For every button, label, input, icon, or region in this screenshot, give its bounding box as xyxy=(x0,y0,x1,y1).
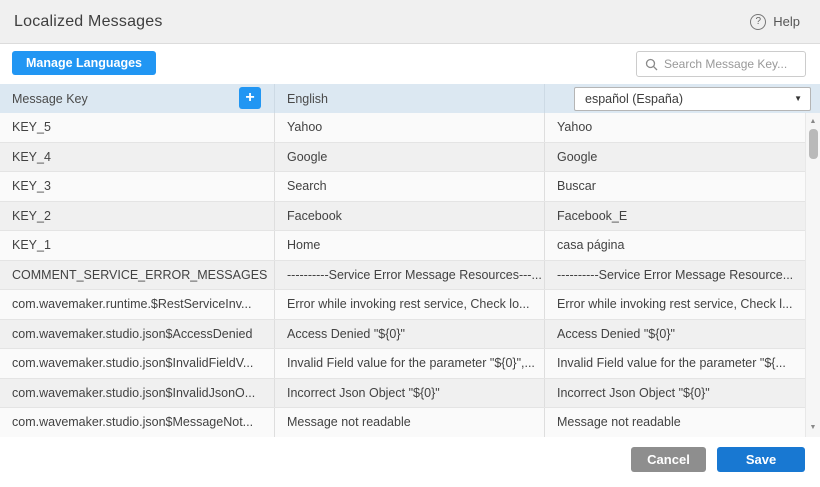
translation-cell[interactable]: ----------Service Error Message Resource… xyxy=(545,261,805,290)
message-key-cell[interactable]: KEY_2 xyxy=(0,202,275,231)
message-key-cell[interactable]: COMMENT_SERVICE_ERROR_MESSAGES xyxy=(0,261,275,290)
table-row[interactable]: KEY_5 Yahoo Yahoo xyxy=(0,113,805,143)
chevron-down-icon: ▼ xyxy=(794,94,802,103)
message-key-cell[interactable]: KEY_1 xyxy=(0,231,275,260)
scroll-down-icon[interactable]: ▼ xyxy=(806,421,820,435)
english-cell[interactable]: Yahoo xyxy=(275,113,545,142)
messages-table: Message Key + English español (España) ▼… xyxy=(0,84,820,437)
english-cell[interactable]: Invalid Field value for the parameter "$… xyxy=(275,349,545,378)
translation-cell[interactable]: casa página xyxy=(545,231,805,260)
localized-messages-dialog: Localized Messages ? Help Manage Languag… xyxy=(0,0,820,487)
english-cell[interactable]: Incorrect Json Object "${0}" xyxy=(275,379,545,408)
english-cell[interactable]: Search xyxy=(275,172,545,201)
language-select-value: español (España) xyxy=(585,92,683,106)
help-link[interactable]: ? Help xyxy=(750,14,806,30)
table-row[interactable]: com.wavemaker.studio.json$InvalidFieldV.… xyxy=(0,349,805,379)
english-cell[interactable]: Facebook xyxy=(275,202,545,231)
english-cell[interactable]: Error while invoking rest service, Check… xyxy=(275,290,545,319)
message-key-cell[interactable]: KEY_5 xyxy=(0,113,275,142)
table-row[interactable]: COMMENT_SERVICE_ERROR_MESSAGES ---------… xyxy=(0,261,805,291)
column-header-english: English xyxy=(275,84,545,113)
table-row[interactable]: com.wavemaker.runtime.$RestServiceInv...… xyxy=(0,290,805,320)
translation-cell[interactable]: Access Denied "${0}" xyxy=(545,320,805,349)
help-icon: ? xyxy=(750,14,766,30)
table-row[interactable]: KEY_2 Facebook Facebook_E xyxy=(0,202,805,232)
add-message-key-button[interactable]: + xyxy=(239,87,261,109)
table-row[interactable]: com.wavemaker.studio.json$AccessDenied A… xyxy=(0,320,805,350)
message-key-cell[interactable]: com.wavemaker.studio.json$InvalidFieldV.… xyxy=(0,349,275,378)
message-key-cell[interactable]: com.wavemaker.studio.json$AccessDenied xyxy=(0,320,275,349)
table-row[interactable]: com.wavemaker.studio.json$InvalidJsonO..… xyxy=(0,379,805,409)
help-label: Help xyxy=(773,14,800,29)
table-row[interactable]: com.wavemaker.studio.json$MessageNot... … xyxy=(0,408,805,437)
translation-cell[interactable]: Buscar xyxy=(545,172,805,201)
message-key-cell[interactable]: KEY_3 xyxy=(0,172,275,201)
scrollbar-thumb[interactable] xyxy=(809,129,818,159)
translation-cell[interactable]: Google xyxy=(545,143,805,172)
table-row[interactable]: KEY_4 Google Google xyxy=(0,143,805,173)
translation-cell[interactable]: Error while invoking rest service, Check… xyxy=(545,290,805,319)
column-header-language: español (España) ▼ xyxy=(545,84,820,113)
message-key-cell[interactable]: com.wavemaker.runtime.$RestServiceInv... xyxy=(0,290,275,319)
manage-languages-button[interactable]: Manage Languages xyxy=(12,51,156,75)
message-key-cell[interactable]: KEY_4 xyxy=(0,143,275,172)
translation-cell[interactable]: Yahoo xyxy=(545,113,805,142)
english-cell[interactable]: Home xyxy=(275,231,545,260)
table-scrollbar[interactable]: ▲ ▼ xyxy=(805,113,820,437)
column-header-message-key: Message Key + xyxy=(0,84,275,113)
english-cell[interactable]: ----------Service Error Message Resource… xyxy=(275,261,545,290)
table-header-row: Message Key + English español (España) ▼ xyxy=(0,84,820,113)
table-body: KEY_5 Yahoo Yahoo KEY_4 Google Google KE… xyxy=(0,113,805,437)
toolbar: Manage Languages xyxy=(0,45,820,84)
scroll-up-icon[interactable]: ▲ xyxy=(806,115,820,129)
save-button[interactable]: Save xyxy=(717,447,805,472)
search-box[interactable] xyxy=(636,51,806,77)
message-key-header-label: Message Key xyxy=(12,92,88,106)
translation-cell[interactable]: Message not readable xyxy=(545,408,805,437)
message-key-cell[interactable]: com.wavemaker.studio.json$InvalidJsonO..… xyxy=(0,379,275,408)
english-header-label: English xyxy=(287,92,328,106)
translation-cell[interactable]: Incorrect Json Object "${0}" xyxy=(545,379,805,408)
cancel-button[interactable]: Cancel xyxy=(631,447,706,472)
language-select[interactable]: español (España) ▼ xyxy=(574,87,811,111)
message-key-cell[interactable]: com.wavemaker.studio.json$MessageNot... xyxy=(0,408,275,437)
search-icon xyxy=(645,58,658,71)
english-cell[interactable]: Message not readable xyxy=(275,408,545,437)
page-title: Localized Messages xyxy=(14,13,163,31)
title-bar: Localized Messages ? Help xyxy=(0,0,820,44)
english-cell[interactable]: Google xyxy=(275,143,545,172)
table-row[interactable]: KEY_1 Home casa página xyxy=(0,231,805,261)
table-row[interactable]: KEY_3 Search Buscar xyxy=(0,172,805,202)
search-input[interactable] xyxy=(664,57,797,71)
english-cell[interactable]: Access Denied "${0}" xyxy=(275,320,545,349)
translation-cell[interactable]: Facebook_E xyxy=(545,202,805,231)
footer: Cancel Save xyxy=(0,437,820,487)
translation-cell[interactable]: Invalid Field value for the parameter "$… xyxy=(545,349,805,378)
